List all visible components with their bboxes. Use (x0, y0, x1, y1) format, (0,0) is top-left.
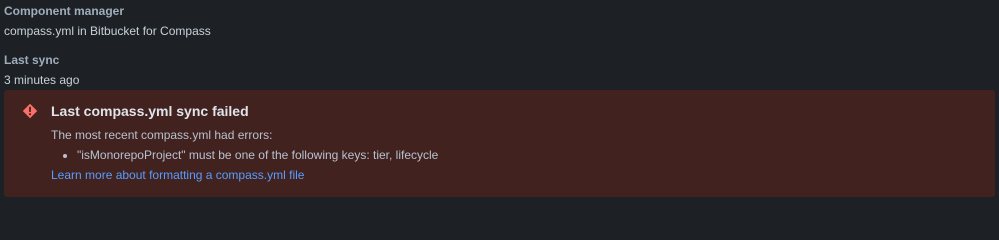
sync-error-banner: Last compass.yml sync failed The most re… (4, 90, 995, 197)
last-sync-label: Last sync (4, 53, 60, 67)
error-icon (22, 103, 38, 119)
error-list-item: "isMonorepoProject" must be one of the f… (77, 148, 438, 162)
error-description: The most recent compass.yml had errors: (51, 128, 273, 142)
component-details: Component manager compass.yml in Bitbuck… (0, 0, 999, 204)
error-list: "isMonorepoProject" must be one of the f… (51, 148, 438, 162)
learn-more-link[interactable]: Learn more about formatting a compass.ym… (51, 168, 304, 182)
component-manager-label: Component manager (4, 4, 125, 18)
component-manager-value: compass.yml in Bitbucket for Compass (4, 24, 211, 38)
error-title: Last compass.yml sync failed (51, 103, 249, 119)
last-sync-value: 3 minutes ago (4, 73, 80, 87)
